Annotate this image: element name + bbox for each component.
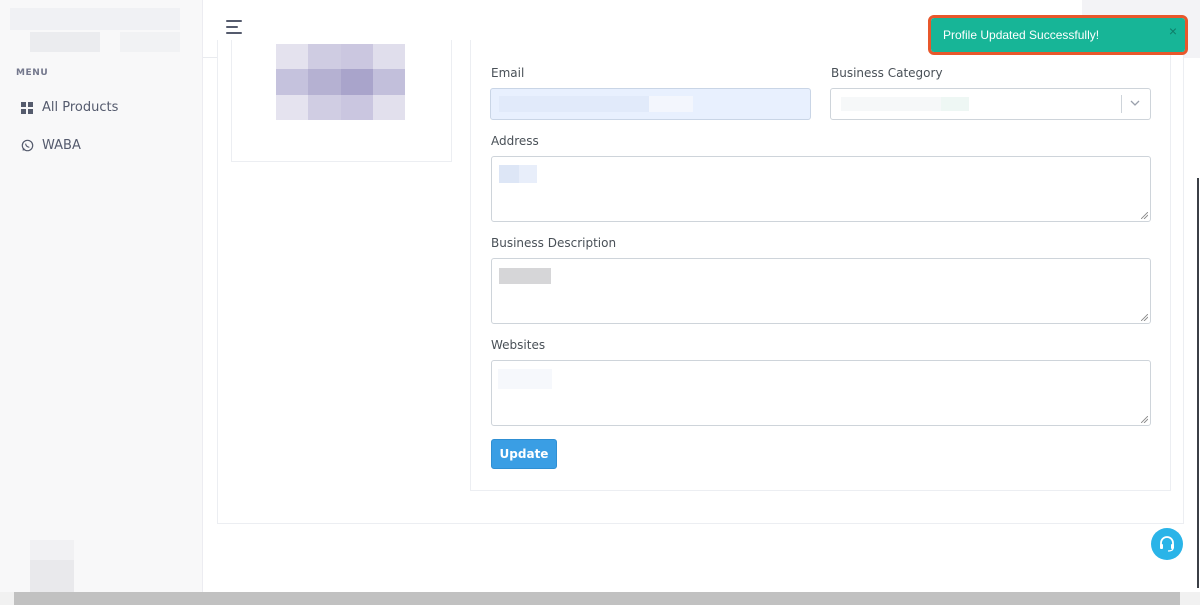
- resize-handle-icon[interactable]: [1141, 212, 1148, 219]
- user-avatar-blur: [30, 540, 74, 592]
- success-toast: Profile Updated Successfully! ×: [931, 18, 1185, 52]
- menu-toggle-icon[interactable]: [226, 20, 244, 36]
- support-chat-button[interactable]: [1151, 528, 1183, 560]
- close-icon[interactable]: ×: [1169, 18, 1177, 44]
- sidebar-item-label: WABA: [42, 138, 81, 153]
- chevron-down-icon[interactable]: [1130, 98, 1140, 108]
- websites-field[interactable]: [491, 360, 1151, 426]
- profile-image: [276, 44, 405, 120]
- update-button[interactable]: Update: [491, 439, 557, 469]
- sidebar-item-label: All Products: [42, 100, 119, 115]
- email-label: Email: [491, 66, 525, 80]
- business-description-label: Business Description: [491, 236, 617, 250]
- address-label: Address: [491, 134, 539, 148]
- address-field[interactable]: [491, 156, 1151, 222]
- resize-handle-icon[interactable]: [1141, 416, 1148, 423]
- whatsapp-icon: [20, 139, 34, 153]
- menu-title: MENU: [16, 68, 49, 78]
- websites-label: Websites: [491, 338, 546, 352]
- logo[interactable]: [10, 8, 182, 54]
- resize-handle-icon[interactable]: [1141, 314, 1148, 321]
- horizontal-scrollbar[interactable]: [14, 592, 1180, 605]
- headset-icon: [1160, 536, 1174, 552]
- grid-icon: [20, 101, 34, 115]
- sidebar-item-all-products[interactable]: All Products: [20, 100, 118, 115]
- sidebar-item-waba[interactable]: WABA: [20, 138, 81, 153]
- business-description-field[interactable]: [491, 258, 1151, 324]
- select-divider: [1121, 95, 1122, 113]
- vertical-scrollbar[interactable]: [1197, 178, 1199, 588]
- toast-message: Profile Updated Successfully!: [943, 28, 1100, 42]
- sidebar: MENU All Products WABA: [0, 0, 203, 605]
- business-category-select[interactable]: [830, 88, 1151, 120]
- business-category-label: Business Category: [831, 66, 943, 80]
- email-field[interactable]: [490, 88, 811, 120]
